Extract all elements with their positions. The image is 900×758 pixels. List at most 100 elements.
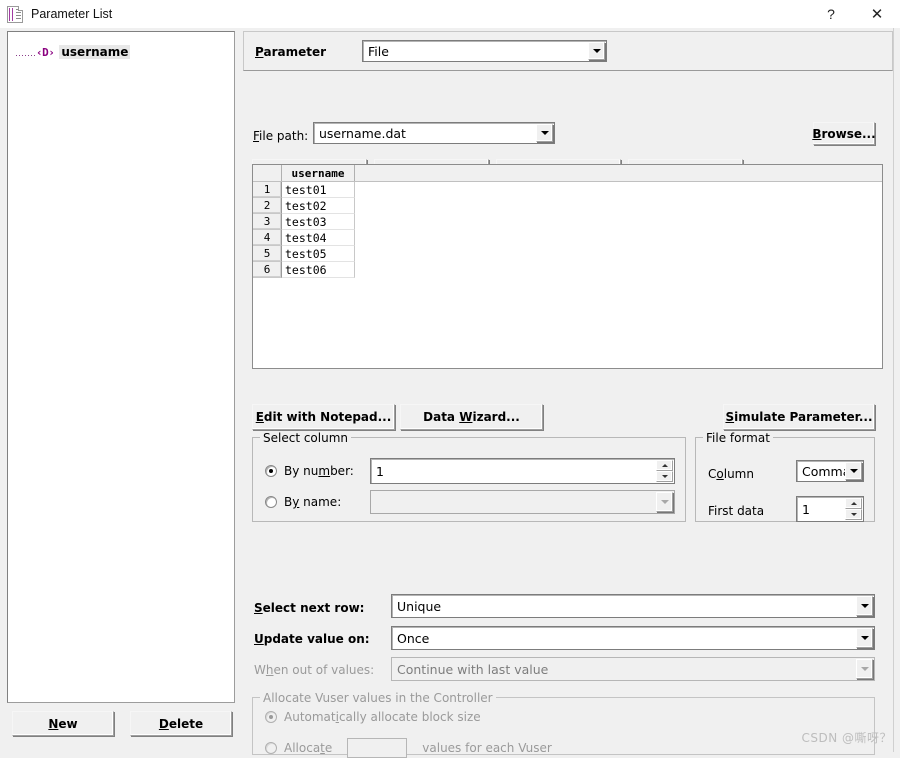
close-icon[interactable]: ✕ <box>854 0 900 28</box>
chevron-down-icon[interactable] <box>856 596 873 616</box>
table-row[interactable]: 1test01 <box>253 182 882 198</box>
parameter-type-combo[interactable]: File <box>362 40 607 62</box>
delete-parameter-button[interactable]: Delete <box>130 711 232 736</box>
manual-allocate-radio-row: Allocate values for each Vuser <box>265 738 552 758</box>
grid-header-row: username <box>253 165 882 182</box>
update-value-on-value: Once <box>392 631 856 646</box>
grid-column-header[interactable]: username <box>282 165 355 181</box>
table-cell[interactable]: test01 <box>282 182 355 198</box>
parameter-node-icon: ‹D› <box>36 46 54 59</box>
table-cell[interactable]: test06 <box>282 262 355 278</box>
parameter-type-label: Parameter <box>255 45 326 59</box>
table-cell[interactable]: test02 <box>282 198 355 214</box>
table-row[interactable]: 3test03 <box>253 214 882 230</box>
first-data-value: 1 <box>797 502 845 517</box>
first-data-spinner[interactable]: 1 <box>796 496 864 522</box>
first-data-label: First data <box>708 504 764 518</box>
spinner-down-icon[interactable] <box>656 471 673 482</box>
allocate-values-input <box>347 738 407 758</box>
delete-button-label-rest: elete <box>169 717 203 731</box>
data-wizard-label-rest: izard... <box>472 410 519 424</box>
data-wizard-button[interactable]: Data Wizard... <box>400 404 543 430</box>
by-number-radio[interactable] <box>265 465 277 477</box>
chevron-down-icon[interactable] <box>856 628 873 648</box>
by-number-spin-buttons[interactable] <box>656 460 673 482</box>
column-separator-value: Comma <box>797 464 845 479</box>
parameter-tree[interactable]: ‹D› username <box>7 31 235 703</box>
chevron-down-icon[interactable] <box>656 492 673 512</box>
select-next-row-label: Select next row: <box>254 601 364 615</box>
chevron-down-icon[interactable] <box>845 462 862 480</box>
update-value-on-label: Update value on: <box>254 632 370 646</box>
when-out-of-values-combo: Continue with last value <box>391 657 875 681</box>
by-name-accel: y <box>292 495 299 509</box>
select-next-row-label-rest: elect next row: <box>263 601 365 615</box>
select-next-row-accel: S <box>254 601 263 615</box>
chevron-down-icon[interactable] <box>536 124 553 142</box>
table-cell[interactable]: test03 <box>282 214 355 230</box>
parameter-type-box: Parameter File <box>243 31 893 71</box>
file-path-combo[interactable]: username.dat <box>313 122 555 144</box>
row-number-header[interactable]: 3 <box>253 214 282 230</box>
dialog-body: ‹D› username New Delete Parameter File <box>0 28 900 752</box>
by-number-radio-row[interactable]: By number: <box>265 464 354 478</box>
select-column-group: Select column By number: 1 By name: <box>252 437 686 522</box>
when-out-of-values-value: Continue with last value <box>392 662 856 677</box>
spinner-up-icon[interactable] <box>656 460 673 471</box>
select-next-row-value: Unique <box>392 599 856 614</box>
table-row[interactable]: 2test02 <box>253 198 882 214</box>
manual-allocate-accel: t <box>320 741 325 755</box>
file-format-group-title: File format <box>703 431 773 445</box>
row-number-header[interactable]: 4 <box>253 230 282 246</box>
parameter-tree-panel: ‹D› username New Delete <box>7 31 235 745</box>
by-name-radio[interactable] <box>265 496 277 508</box>
simulate-parameter-button[interactable]: Simulate Parameter... <box>723 404 875 430</box>
data-wizard-label-pre: Data <box>423 410 459 424</box>
spinner-down-icon[interactable] <box>845 509 862 520</box>
manual-allocate-radio <box>265 742 277 754</box>
table-row[interactable]: 4test04 <box>253 230 882 246</box>
row-number-header[interactable]: 1 <box>253 182 282 198</box>
first-data-spin-buttons[interactable] <box>845 498 862 520</box>
by-name-radio-row[interactable]: By name: <box>265 495 341 509</box>
file-format-group: File format Column Comma First data 1 <box>695 437 875 522</box>
by-name-combo[interactable] <box>370 490 675 514</box>
parameter-type-value: File <box>363 44 588 59</box>
file-path-value: username.dat <box>314 126 536 141</box>
browse-button[interactable]: Browse... <box>813 122 875 145</box>
allocate-vuser-group: Allocate Vuser values in the Controller … <box>252 697 875 755</box>
watermark-text: CSDN @嘶呀？ <box>801 729 892 746</box>
row-number-header[interactable]: 6 <box>253 262 282 278</box>
update-value-on-combo[interactable]: Once <box>391 626 875 650</box>
table-cell[interactable]: test05 <box>282 246 355 262</box>
tree-item-username[interactable]: ‹D› username <box>16 44 130 60</box>
chevron-down-icon <box>856 659 873 679</box>
update-value-on-label-rest: pdate value on: <box>264 632 370 646</box>
row-filler <box>355 230 882 246</box>
grid-header-filler <box>355 165 882 181</box>
row-number-header[interactable]: 5 <box>253 246 282 262</box>
vertical-scrollbar[interactable] <box>893 28 900 752</box>
column-format-label: Column <box>708 467 754 481</box>
chevron-down-icon[interactable] <box>588 42 605 60</box>
new-parameter-button[interactable]: New <box>12 711 114 736</box>
by-number-accel: m <box>318 464 330 478</box>
parameter-list-icon <box>7 6 23 23</box>
select-column-group-title: Select column <box>260 431 351 445</box>
row-filler <box>355 262 882 278</box>
row-number-header[interactable]: 2 <box>253 198 282 214</box>
spinner-up-icon[interactable] <box>845 498 862 509</box>
allocate-group-title: Allocate Vuser values in the Controller <box>260 691 496 705</box>
select-next-row-combo[interactable]: Unique <box>391 594 875 618</box>
help-button[interactable]: ? <box>808 0 854 28</box>
table-row[interactable]: 5test05 <box>253 246 882 262</box>
edit-with-notepad-button[interactable]: Edit with Notepad... <box>252 404 395 430</box>
column-separator-combo[interactable]: Comma <box>796 460 864 482</box>
parameter-data-grid[interactable]: username 1test012test023test034test045te… <box>252 164 883 369</box>
auto-allocate-label: Automatically allocate block size <box>284 710 481 724</box>
row-filler <box>355 246 882 262</box>
edit-notepad-accel: E <box>256 410 264 424</box>
by-number-spinner[interactable]: 1 <box>370 458 675 484</box>
table-row[interactable]: 6test06 <box>253 262 882 278</box>
table-cell[interactable]: test04 <box>282 230 355 246</box>
